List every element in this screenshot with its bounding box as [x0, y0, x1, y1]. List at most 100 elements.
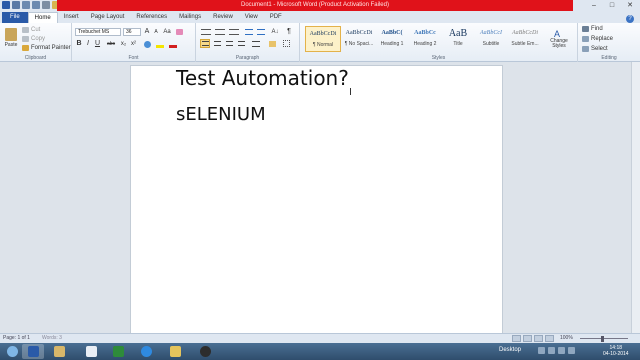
redo-icon[interactable]: [32, 1, 40, 9]
network-icon[interactable]: [558, 347, 565, 354]
taskbar-folder-icon[interactable]: [164, 344, 186, 359]
tab-insert[interactable]: Insert: [58, 12, 85, 23]
word-count[interactable]: Words: 3: [42, 335, 62, 341]
tab-references[interactable]: References: [130, 12, 173, 23]
change-styles-button[interactable]: A Change Styles: [544, 25, 574, 53]
cut-button[interactable]: Cut: [22, 26, 40, 34]
borders-icon[interactable]: [280, 39, 292, 48]
show-formatting-button[interactable]: ¶: [284, 27, 294, 36]
highlight-icon[interactable]: [155, 40, 165, 48]
multilevel-list-icon[interactable]: [228, 27, 240, 36]
tray-icon-1[interactable]: [538, 347, 545, 354]
select-icon: [582, 46, 589, 52]
window-title: Document1 - Microsoft Word (Product Acti…: [57, 0, 573, 11]
style-title[interactable]: AaB Title: [440, 26, 476, 52]
underline-button[interactable]: U: [93, 39, 102, 48]
tab-pdf[interactable]: PDF: [264, 12, 288, 23]
format-painter-button[interactable]: Format Painter: [22, 44, 71, 52]
tab-home[interactable]: Home: [27, 12, 58, 23]
taskbar-image-icon[interactable]: [48, 344, 70, 359]
system-tray: [538, 347, 575, 354]
align-left-icon[interactable]: [200, 39, 210, 48]
zoom-slider-handle[interactable]: [601, 336, 604, 342]
document-line-2[interactable]: sELENIUM: [176, 104, 266, 125]
zoom-slider[interactable]: [580, 338, 628, 339]
font-family-select[interactable]: Trebuchet MS: [75, 28, 121, 36]
font-color-icon[interactable]: [168, 40, 178, 48]
text-effects-icon[interactable]: [142, 40, 152, 48]
close-button[interactable]: ✕: [622, 1, 638, 10]
style-normal[interactable]: AaBbCcDi ¶ Normal: [305, 26, 341, 52]
bullets-icon[interactable]: [200, 27, 212, 36]
taskbar-media-icon[interactable]: [194, 344, 216, 359]
italic-button[interactable]: I: [84, 39, 92, 48]
tray-icon-2[interactable]: [548, 347, 555, 354]
ribbon: Paste Cut Copy Format Painter Clipboard …: [0, 23, 640, 62]
tab-review[interactable]: Review: [207, 12, 239, 23]
justify-icon[interactable]: [236, 39, 246, 48]
taskbar: Desktop 14:18 04-10-2014: [0, 343, 640, 360]
style-subtle-emphasis[interactable]: AaBbCcDi Subtle Em...: [507, 26, 543, 52]
style-no-spacing[interactable]: AaBbCcDi ¶ No Spaci...: [341, 26, 377, 52]
document-page[interactable]: Test Automation? sELENIUM: [130, 65, 503, 333]
web-layout-view-icon[interactable]: [534, 335, 543, 342]
decrease-indent-icon[interactable]: [244, 27, 254, 36]
volume-icon[interactable]: [568, 347, 575, 354]
editing-label: Editing: [601, 55, 617, 61]
font-label: Font: [128, 55, 139, 61]
bold-button[interactable]: B: [75, 39, 83, 48]
tab-mailings[interactable]: Mailings: [173, 12, 207, 23]
taskbar-ie-icon[interactable]: [135, 344, 157, 359]
save-icon[interactable]: [12, 1, 20, 9]
desktop-toolbar[interactable]: Desktop: [499, 347, 521, 353]
brush-icon: [22, 45, 29, 51]
undo-icon[interactable]: [22, 1, 30, 9]
find-button[interactable]: Find: [582, 25, 603, 33]
paragraph-label: Paragraph: [235, 55, 260, 61]
full-screen-view-icon[interactable]: [523, 335, 532, 342]
print-layout-view-icon[interactable]: [512, 335, 521, 342]
align-center-icon[interactable]: [212, 39, 222, 48]
clear-format-icon[interactable]: [174, 27, 184, 36]
font-group: Trebuchet MS 36 A A Aa B I U abc x₂ x² F…: [72, 23, 196, 62]
draft-view-icon[interactable]: [545, 335, 554, 342]
line-spacing-icon[interactable]: [250, 39, 262, 48]
select-button[interactable]: Select: [582, 45, 608, 53]
shading-icon[interactable]: [266, 39, 278, 48]
replace-button[interactable]: Replace: [582, 35, 613, 43]
shrink-font-button[interactable]: A: [152, 28, 160, 36]
copy-button[interactable]: Copy: [22, 35, 45, 43]
maximize-button[interactable]: □: [604, 1, 620, 10]
style-heading-1[interactable]: AaBbC(Heading 1: [374, 26, 410, 52]
subscript-button[interactable]: x₂: [119, 39, 128, 48]
increase-indent-icon[interactable]: [256, 27, 266, 36]
taskbar-word-icon[interactable]: [22, 344, 44, 359]
start-button[interactable]: [1, 344, 23, 359]
taskbar-excel-icon[interactable]: [107, 344, 129, 359]
superscript-button[interactable]: x²: [129, 39, 138, 48]
tab-file[interactable]: File: [2, 12, 28, 23]
page-count[interactable]: Page: 1 of 1: [3, 335, 30, 341]
zoom-level[interactable]: 100%: [560, 335, 573, 341]
clock-date: 04-10-2014: [603, 351, 629, 357]
document-line-1[interactable]: Test Automation?: [176, 66, 349, 90]
tab-page-layout[interactable]: Page Layout: [85, 12, 131, 23]
change-case-button[interactable]: Aa: [162, 27, 172, 36]
align-right-icon[interactable]: [224, 39, 234, 48]
grow-font-button[interactable]: A: [143, 27, 151, 36]
status-bar: Page: 1 of 1 Words: 3 100%: [0, 333, 640, 343]
minimize-button[interactable]: –: [586, 1, 602, 10]
numbering-icon[interactable]: [214, 27, 226, 36]
tab-view[interactable]: View: [239, 12, 264, 23]
paste-button[interactable]: Paste: [2, 25, 20, 51]
print-icon[interactable]: [42, 1, 50, 9]
vertical-scrollbar[interactable]: [631, 62, 640, 333]
style-subtitle[interactable]: AaBbCcI Subtitle: [473, 26, 509, 52]
taskbar-explorer-icon[interactable]: [80, 344, 102, 359]
sort-icon[interactable]: A↓: [270, 27, 280, 36]
help-icon[interactable]: ?: [626, 15, 634, 23]
font-size-select[interactable]: 36: [123, 28, 141, 36]
style-heading-2[interactable]: AaBbCc Heading 2: [407, 26, 443, 52]
clock[interactable]: 14:18 04-10-2014: [603, 345, 629, 357]
strikethrough-button[interactable]: abc: [105, 39, 117, 48]
